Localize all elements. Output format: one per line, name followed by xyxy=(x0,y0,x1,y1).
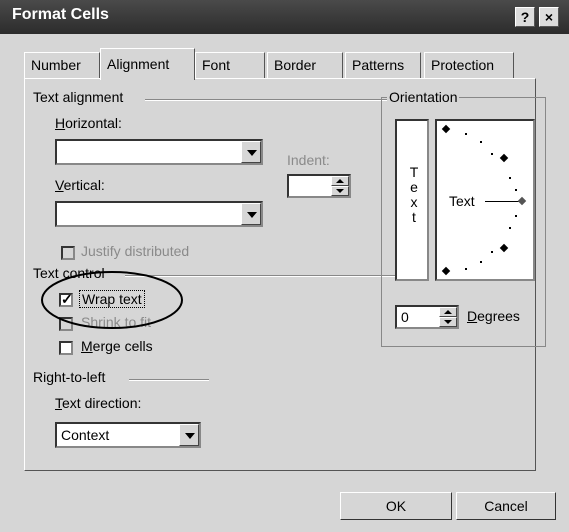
indent-spin-buttons[interactable] xyxy=(331,176,349,196)
ok-button[interactable]: OK xyxy=(340,492,452,520)
tab-alignment[interactable]: Alignment xyxy=(100,48,195,80)
help-button[interactable]: ? xyxy=(515,7,535,27)
window-title: Format Cells xyxy=(12,6,109,23)
text-alignment-divider xyxy=(145,99,395,101)
dial-dot xyxy=(515,215,517,217)
tab-number[interactable]: Number xyxy=(24,52,100,78)
dial-marker-center-icon[interactable] xyxy=(517,196,527,206)
indent-up-arrow-icon[interactable] xyxy=(331,176,349,186)
indent-spinner[interactable] xyxy=(287,174,351,198)
degrees-value: 0 xyxy=(401,309,409,325)
annotation-circle xyxy=(41,271,183,329)
alignment-panel: Text alignment Horizontal: Indent: Verti… xyxy=(24,78,546,471)
vertical-dropdown-arrow-icon[interactable] xyxy=(241,203,261,225)
dial-dot xyxy=(480,261,482,263)
justify-distributed-checkbox[interactable] xyxy=(61,246,75,260)
horizontal-select[interactable] xyxy=(55,139,263,165)
text-direction-value: Context xyxy=(61,427,110,443)
text-direction-label: Text direction: xyxy=(55,395,142,411)
vertical-select[interactable] xyxy=(55,201,263,227)
right-to-left-group-label: Right-to-left xyxy=(33,369,110,385)
cancel-button[interactable]: Cancel xyxy=(456,492,556,520)
dial-marker-top-icon xyxy=(441,124,451,134)
dial-dot xyxy=(465,268,467,270)
text-direction-dropdown-arrow-icon[interactable] xyxy=(179,424,199,446)
degrees-spin-buttons[interactable] xyxy=(439,307,457,327)
horizontal-label: Horizontal: xyxy=(55,115,122,131)
vertical-label: Vertical: xyxy=(55,177,105,193)
dial-needle xyxy=(485,201,519,202)
vertical-text-box[interactable]: T e x t xyxy=(395,119,429,281)
orientation-dial[interactable]: Text xyxy=(435,119,535,281)
dial-marker-bottom-icon xyxy=(441,266,451,276)
dial-dot xyxy=(480,141,482,143)
tab-border[interactable]: Border xyxy=(267,52,343,78)
dial-marker-upper-icon xyxy=(499,153,509,163)
text-alignment-group-label: Text alignment xyxy=(33,89,128,105)
dial-dot xyxy=(509,227,511,229)
degrees-down-arrow-icon[interactable] xyxy=(439,317,457,327)
merge-cells-label: Merge cells xyxy=(81,338,153,354)
dial-dot xyxy=(465,133,467,135)
dial-dot xyxy=(515,189,517,191)
vertical-text: T e x t xyxy=(409,164,419,225)
merge-cells-checkbox[interactable] xyxy=(59,341,73,355)
right-to-left-divider xyxy=(129,379,209,381)
dial-dot xyxy=(491,251,493,253)
format-cells-dialog: Format Cells ? × Number Alignment Font B… xyxy=(0,0,569,532)
degrees-label: Degrees xyxy=(467,308,520,324)
close-button[interactable]: × xyxy=(539,7,559,27)
tab-protection[interactable]: Protection xyxy=(424,52,514,78)
tab-font[interactable]: Font xyxy=(195,52,265,78)
degrees-up-arrow-icon[interactable] xyxy=(439,307,457,317)
text-direction-select[interactable]: Context xyxy=(55,422,201,448)
degrees-spinner[interactable]: 0 xyxy=(395,305,459,329)
dial-text: Text xyxy=(449,193,475,209)
horizontal-dropdown-arrow-icon[interactable] xyxy=(241,141,261,163)
indent-label: Indent: xyxy=(287,152,330,168)
dial-marker-lower-icon xyxy=(499,243,509,253)
justify-distributed-label: Justify distributed xyxy=(81,243,190,259)
dial-dot xyxy=(491,153,493,155)
title-bar[interactable]: Format Cells ? × xyxy=(0,0,569,34)
dial-dot xyxy=(509,177,511,179)
orientation-group-label: Orientation xyxy=(387,89,460,105)
indent-down-arrow-icon[interactable] xyxy=(331,186,349,196)
tab-patterns[interactable]: Patterns xyxy=(345,52,421,78)
